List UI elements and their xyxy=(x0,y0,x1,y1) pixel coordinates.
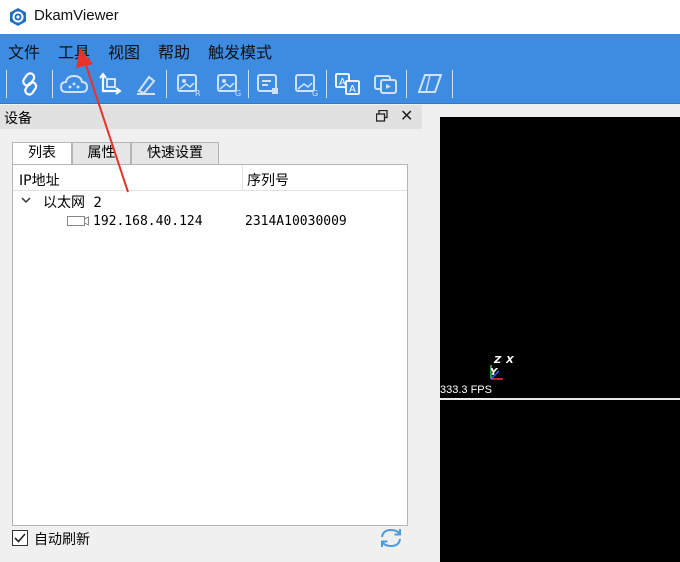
axis-label-z: Z xyxy=(494,355,502,366)
toolbar-separator xyxy=(166,70,167,98)
refresh-icon[interactable] xyxy=(378,527,404,549)
stream-button[interactable] xyxy=(370,69,402,99)
tree-group-ethernet[interactable]: 以太网 2 xyxy=(13,191,407,211)
image-r-icon: R xyxy=(177,74,201,97)
toolbar-separator xyxy=(52,70,53,98)
device-tree: IP地址 序列号 以太网 2 192.168.40.124 2314A10030… xyxy=(12,164,408,526)
svg-text:A: A xyxy=(339,77,346,88)
cloud-icon xyxy=(59,74,89,93)
auto-refresh-label: 自动刷新 xyxy=(34,532,90,548)
tree-header: IP地址 序列号 xyxy=(13,165,407,191)
erase-button[interactable] xyxy=(130,69,162,99)
coordinate-icon xyxy=(99,72,122,95)
toolbar-separator xyxy=(326,70,327,98)
viewer-3d[interactable]: Z X Y 333.3 FPS xyxy=(440,117,680,398)
svg-text:G: G xyxy=(312,89,318,97)
point-cloud-button[interactable] xyxy=(58,69,90,99)
dock-title: 设备 xyxy=(4,111,32,127)
connect-button[interactable] xyxy=(14,69,46,99)
group-label: 以太网 2 xyxy=(43,195,102,211)
camera-icon xyxy=(67,216,89,226)
capture-g-button[interactable]: G xyxy=(212,69,244,99)
float-window-icon[interactable] xyxy=(376,110,388,122)
toolbar-separator xyxy=(452,70,453,98)
eraser-icon xyxy=(137,75,156,95)
column-ip[interactable]: IP地址 xyxy=(19,170,60,190)
svg-text:A: A xyxy=(349,84,356,95)
chevron-down-icon[interactable] xyxy=(20,194,32,206)
toolbar-separator xyxy=(6,70,7,98)
check-icon xyxy=(14,533,26,543)
close-icon[interactable]: ✕ xyxy=(400,106,413,125)
link-icon xyxy=(22,72,38,96)
image-g-icon: G xyxy=(217,74,241,97)
plane-icon xyxy=(417,74,443,93)
menu-bar: 文件 工具 视图 帮助 触发模式 xyxy=(0,34,680,64)
menu-view[interactable]: 视图 xyxy=(108,39,140,63)
device-dock-header: 设备 ✕ xyxy=(0,105,422,129)
app-logo-icon xyxy=(10,8,26,26)
viewer-2d[interactable] xyxy=(440,400,680,562)
auto-refresh-checkbox[interactable] xyxy=(12,530,28,546)
tab-quick-settings[interactable]: 快速设置 xyxy=(131,142,219,164)
tab-list[interactable]: 列表 xyxy=(12,142,72,165)
text-a-icon: A A xyxy=(335,73,360,95)
window-title: DkamViewer xyxy=(34,7,119,24)
svg-text:G: G xyxy=(235,89,241,97)
title-bar: DkamViewer xyxy=(0,0,680,34)
menu-file[interactable]: 文件 xyxy=(8,39,40,63)
record-button[interactable] xyxy=(252,69,284,99)
menu-tools[interactable]: 工具 xyxy=(58,39,90,63)
document-icon xyxy=(257,74,278,94)
toolbar-separator xyxy=(406,70,407,98)
axis-label-y: Y xyxy=(490,367,498,378)
device-row[interactable]: 192.168.40.124 2314A10030009 xyxy=(13,212,407,232)
tab-properties[interactable]: 属性 xyxy=(72,142,131,164)
text-overlay-button[interactable]: A A xyxy=(332,69,364,99)
toolbar: R G G A A xyxy=(0,64,680,104)
svg-text:R: R xyxy=(195,89,201,97)
save-image-button[interactable]: G xyxy=(290,69,322,99)
plane-button[interactable] xyxy=(414,69,446,99)
capture-r-button[interactable]: R xyxy=(172,69,204,99)
column-serial[interactable]: 序列号 xyxy=(247,170,289,190)
axis-label-x: X xyxy=(506,355,514,366)
stream-icon xyxy=(374,75,397,94)
fps-readout: 333.3 FPS xyxy=(440,384,492,396)
toolbar-separator xyxy=(248,70,249,98)
image-save-icon: G xyxy=(295,74,318,97)
menu-trigger-mode[interactable]: 触发模式 xyxy=(208,39,272,63)
column-divider[interactable] xyxy=(242,165,243,191)
device-serial: 2314A10030009 xyxy=(245,214,347,229)
device-ip: 192.168.40.124 xyxy=(93,214,203,229)
coordinate-button[interactable] xyxy=(94,69,126,99)
menu-help[interactable]: 帮助 xyxy=(158,39,190,63)
